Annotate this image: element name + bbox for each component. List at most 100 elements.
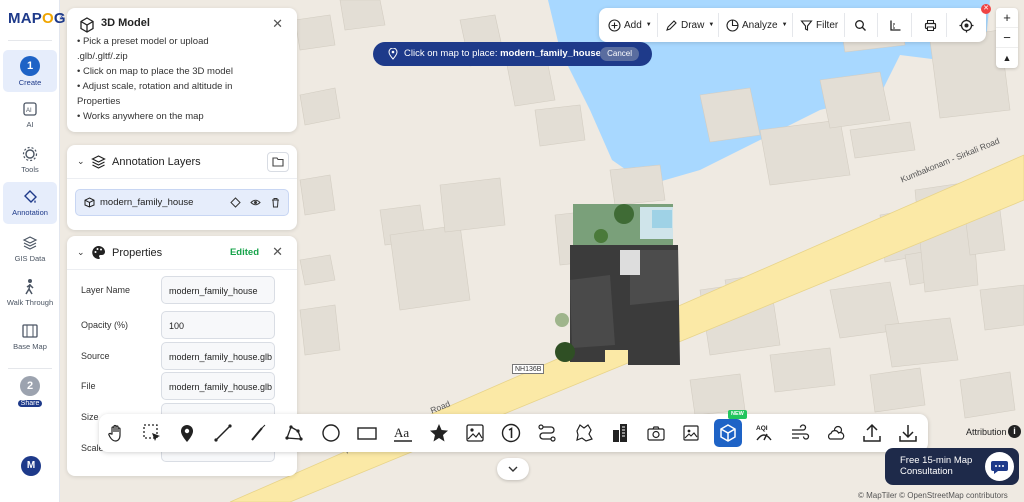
upload-tool[interactable] — [861, 422, 883, 444]
locate-me-button[interactable] — [959, 8, 977, 42]
star-tool[interactable] — [428, 422, 450, 444]
weather-tool[interactable] — [825, 422, 847, 444]
print-button[interactable] — [924, 8, 940, 42]
line-icon — [214, 424, 232, 442]
avatar[interactable]: M — [21, 456, 41, 476]
rail-item-annotation[interactable]: Annotation — [3, 182, 57, 224]
search-button[interactable] — [854, 8, 870, 42]
shape-tool[interactable] — [573, 422, 595, 444]
layer-name-field[interactable]: modern_family_house — [161, 276, 275, 304]
locate-icon[interactable] — [230, 197, 241, 208]
compass-icon[interactable]: ▲ — [996, 48, 1018, 68]
rail-item-label: Base Map — [13, 342, 47, 351]
download-tool[interactable] — [897, 422, 919, 444]
number-tool[interactable] — [500, 422, 522, 444]
app-logo[interactable]: MAPOG — [8, 10, 66, 27]
folder-icon — [272, 157, 284, 167]
properties-panel-header[interactable]: ⌄ Properties Edited ✕ — [67, 236, 297, 270]
property-label: Source — [81, 351, 110, 361]
folder-button[interactable] — [267, 152, 289, 172]
measure-button[interactable] — [889, 8, 905, 42]
toolbar-divider — [911, 13, 912, 37]
trash-icon[interactable] — [270, 197, 281, 208]
search-icon — [855, 19, 866, 31]
status-badge: Edited — [229, 247, 259, 258]
image-tool[interactable] — [464, 422, 486, 444]
download-icon — [899, 425, 917, 442]
photo-tool[interactable] — [680, 422, 702, 444]
rail-item-label: AI — [26, 120, 34, 129]
filter-label: Filter — [816, 19, 839, 31]
bottom-toolbar: Aa NEW AQI — [99, 410, 928, 452]
chevron-down-icon[interactable]: ⌄ — [77, 247, 85, 258]
rail-item-tools[interactable]: Tools — [3, 145, 57, 185]
wind-tool[interactable] — [789, 422, 811, 444]
analyze-button[interactable]: Analyze ▼ — [726, 8, 788, 42]
layer-row[interactable]: modern_family_house — [75, 189, 289, 216]
polyline-tool[interactable] — [283, 422, 305, 444]
hand-tool[interactable] — [105, 422, 127, 444]
aqi-tool[interactable]: AQI — [753, 422, 775, 444]
circle-tool[interactable] — [320, 422, 342, 444]
opacity-field[interactable]: 100 — [161, 311, 275, 339]
source-field[interactable]: modern_family_house.glb — [161, 342, 275, 370]
expand-toolbar-button[interactable] — [497, 458, 529, 480]
layers-panel-header[interactable]: ⌄ Annotation Layers — [67, 145, 297, 179]
route-tool[interactable] — [536, 422, 558, 444]
walking-person-icon — [25, 279, 34, 295]
cancel-button[interactable]: Cancel — [600, 47, 639, 61]
chevron-right-icon[interactable]: › — [60, 12, 69, 26]
3d-model-tool[interactable] — [714, 419, 742, 447]
file-field[interactable]: modern_family_house.glb — [161, 372, 275, 400]
buildings-tool[interactable] — [609, 422, 631, 444]
close-icon[interactable]: ✕ — [272, 16, 283, 32]
rectangle-tool[interactable] — [356, 422, 378, 444]
filter-button[interactable]: Filter — [800, 8, 838, 42]
wind-icon — [792, 424, 810, 440]
paint-bucket-icon — [24, 190, 37, 203]
rail-item-create[interactable]: 1 Create — [3, 50, 57, 92]
chevron-down-icon[interactable]: ⌄ — [77, 156, 85, 167]
rail-item-gis-data[interactable]: GIS Data — [3, 234, 57, 274]
rail-item-share[interactable]: 2 Share — [3, 376, 57, 412]
rail-item-label: Share — [17, 400, 43, 407]
instruction-line: • Adjust scale, rotation and altitude in — [77, 81, 233, 92]
buildings-icon — [613, 424, 627, 442]
select-tool[interactable] — [141, 422, 163, 444]
instruction-line: Properties — [77, 96, 121, 107]
rail-item-walk-through[interactable]: Walk Through — [3, 278, 57, 318]
toolbar-divider — [718, 13, 719, 37]
select-icon — [143, 424, 160, 441]
close-icon[interactable]: ✕ — [272, 244, 283, 260]
freehand-tool[interactable] — [247, 422, 269, 444]
toolbar-divider — [792, 13, 793, 37]
line-tool[interactable] — [212, 422, 234, 444]
crosshair-icon — [959, 18, 974, 32]
property-label: Size — [81, 412, 99, 422]
photo-icon — [683, 425, 699, 441]
camera-tool[interactable] — [645, 422, 667, 444]
text-tool[interactable]: Aa — [392, 422, 414, 444]
cube-icon — [720, 424, 736, 442]
attribution-label[interactable]: Attribution — [966, 427, 1007, 437]
marker-tool[interactable] — [176, 422, 198, 444]
chat-icon[interactable] — [985, 452, 1014, 481]
property-source: Source modern_family_house.glb — [81, 342, 286, 370]
svg-text:Aa: Aa — [394, 425, 409, 440]
rail-item-base-map[interactable]: Base Map — [3, 322, 57, 362]
close-icon[interactable]: ✕ — [981, 4, 991, 14]
add-button[interactable]: Add ▼ — [608, 8, 652, 42]
property-opacity: Opacity (%) 100 — [81, 311, 286, 339]
eye-icon[interactable] — [250, 197, 261, 208]
info-icon[interactable]: i — [1008, 425, 1021, 438]
star-icon — [430, 424, 448, 442]
zoom-out-button[interactable]: − — [996, 28, 1018, 48]
rail-item-label: Walk Through — [6, 298, 54, 307]
property-label: File — [81, 381, 96, 391]
puzzle-icon — [576, 424, 593, 442]
consultation-button[interactable]: Free 15-min Map Consultation — [885, 448, 1019, 485]
zoom-in-button[interactable]: + — [996, 8, 1018, 28]
rail-item-ai[interactable]: AI AI — [3, 100, 57, 140]
draw-button[interactable]: Draw ▼ — [665, 8, 714, 42]
chevron-down-icon — [508, 466, 518, 472]
